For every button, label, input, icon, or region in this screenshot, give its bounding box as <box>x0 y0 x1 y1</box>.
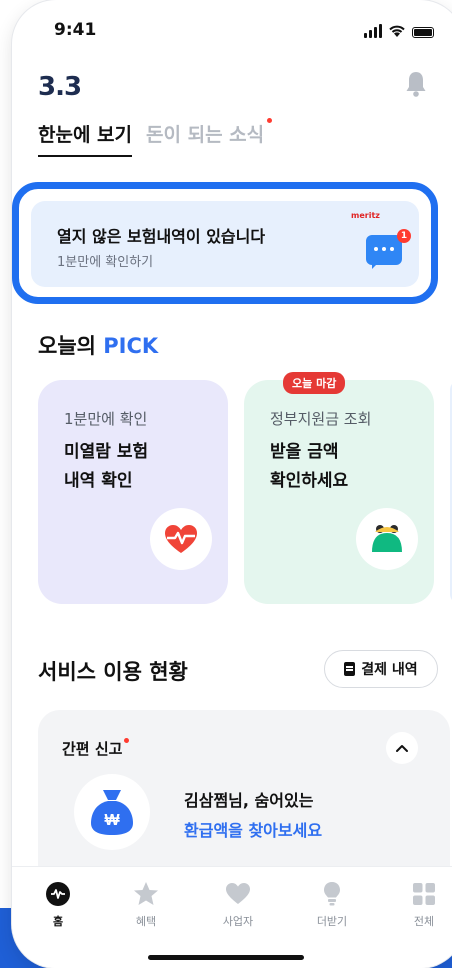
service-section-title: 서비스 이용 현황 <box>38 660 188 684</box>
svg-text:₩: ₩ <box>104 812 120 829</box>
pick-card-subsidy[interactable]: 정부지원금 조회 받을 금액 확인하세요 <box>244 380 434 604</box>
card-title-line1: 미열람 보험 <box>64 442 149 462</box>
pick-card-insurance[interactable]: 1분만에 확인 미열람 보험 내역 확인 <box>38 380 228 604</box>
insurance-banner[interactable]: 열지 않은 보험내역이 있습니다 1분만에 확인하기 meritz 1 <box>31 201 419 287</box>
phone-screen: 9:41 3.3 한눈에 보기 돈이 되는 소식 열지 않은 보험내역이 있습니… <box>12 0 452 968</box>
nav-benefits[interactable]: 혜택 <box>116 881 176 929</box>
refund-message: 김삼쩜님, 숨어있는 환급액을 찾아보세요 <box>184 786 322 846</box>
home-indicator[interactable] <box>148 955 304 960</box>
nav-business-label: 사업자 <box>222 915 254 928</box>
nav-more-benefits-label: 더받기 <box>316 915 348 928</box>
banner-title: 열지 않은 보험내역이 있습니다 <box>57 227 266 246</box>
deadline-badge: 오늘 마감 <box>283 372 346 394</box>
refund-message-line2: 환급액을 찾아보세요 <box>184 821 323 840</box>
grid-icon <box>413 883 435 905</box>
nav-home[interactable]: 홈 <box>28 881 88 929</box>
bell-icon[interactable] <box>404 70 428 98</box>
star-icon <box>134 882 158 905</box>
new-dot-icon <box>267 118 273 123</box>
chevron-up-icon <box>396 745 408 752</box>
nav-all[interactable]: 전체 <box>394 881 452 929</box>
card-title: 미열람 보험 내역 확인 <box>64 438 148 496</box>
nav-business[interactable]: 사업자 <box>208 881 268 929</box>
signal-icon <box>364 24 382 38</box>
payment-history-label: 결제 내역 <box>361 662 418 678</box>
payment-history-button[interactable]: 결제 내역 <box>324 650 438 688</box>
tab-overview-label: 한눈에 보기 <box>38 124 133 146</box>
notification-badge: 1 <box>397 229 411 243</box>
meritz-logo: meritz <box>351 211 380 220</box>
nav-benefits-label: 혜택 <box>135 915 157 928</box>
highlight-frame: 열지 않은 보험내역이 있습니다 1분만에 확인하기 meritz 1 <box>12 182 438 304</box>
pick-title-prefix: 오늘의 <box>38 334 104 358</box>
card-subtitle: 1분만에 확인 <box>64 410 148 428</box>
banner-subtitle: 1분만에 확인하기 <box>57 255 154 270</box>
tab-money-news-label: 돈이 되는 소식 <box>146 124 265 146</box>
home-icon <box>46 882 70 906</box>
card-title: 받을 금액 확인하세요 <box>270 438 348 496</box>
refund-message-line1: 김삼쩜님, 숨어있는 <box>184 791 314 810</box>
nav-more-benefits[interactable]: 더받기 <box>302 881 362 929</box>
lightbulb-icon <box>324 882 340 906</box>
money-bag-icon: ₩ <box>74 774 150 850</box>
wifi-icon <box>389 25 405 37</box>
status-icons <box>364 24 434 38</box>
status-bar: 9:41 <box>12 0 452 56</box>
nav-all-label: 전체 <box>413 915 435 928</box>
card-title-line2: 확인하세요 <box>270 471 349 491</box>
top-tabs: 한눈에 보기 돈이 되는 소식 <box>38 118 273 157</box>
heart-icon <box>226 883 250 904</box>
tab-money-news[interactable]: 돈이 되는 소식 <box>146 118 273 157</box>
simple-report-title: 간편 신고 <box>62 738 130 759</box>
simple-report-title-text: 간편 신고 <box>62 740 123 758</box>
card-title-line2: 내역 확인 <box>64 471 133 491</box>
status-time: 9:41 <box>54 20 97 40</box>
battery-icon <box>412 27 434 38</box>
nav-home-label: 홈 <box>52 915 64 928</box>
card-subtitle: 정부지원금 조회 <box>270 410 372 428</box>
coin-purse-icon <box>356 508 418 570</box>
tab-overview[interactable]: 한눈에 보기 <box>38 120 133 157</box>
heart-pulse-icon <box>150 508 212 570</box>
pick-title-highlight: PICK <box>103 334 159 358</box>
collapse-button[interactable] <box>386 732 418 764</box>
card-title-line1: 받을 금액 <box>270 442 339 462</box>
new-dot-icon <box>124 738 130 743</box>
receipt-icon <box>344 662 356 676</box>
bottom-navigation: 홈 혜택 사업자 더받기 전체 <box>12 866 452 968</box>
app-logo[interactable]: 3.3 <box>38 72 82 102</box>
chat-bubble-icon <box>366 235 402 269</box>
pick-section-title: 오늘의 PICK <box>38 330 158 360</box>
